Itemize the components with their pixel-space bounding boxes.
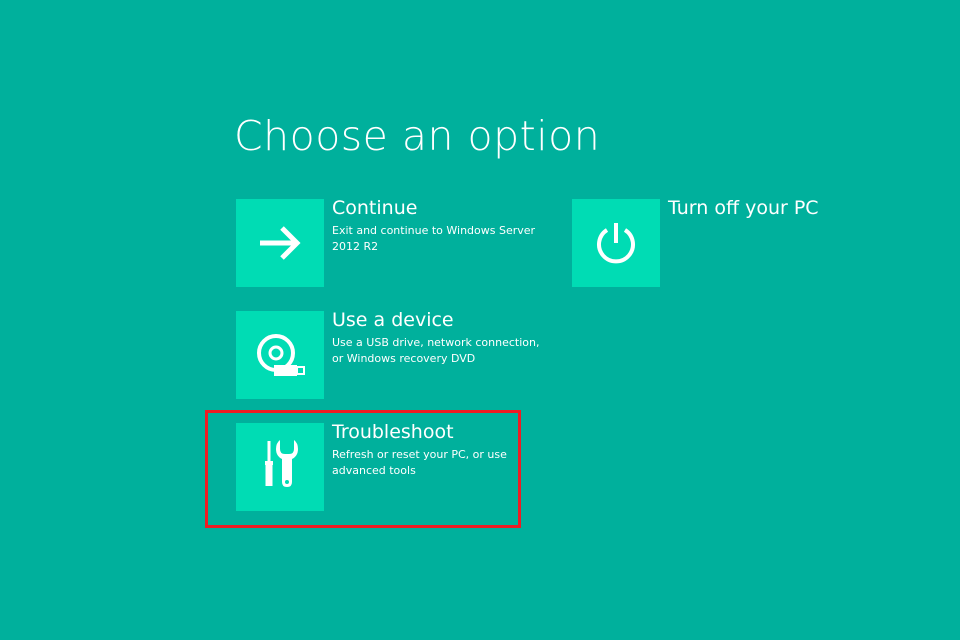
turn-off-title: Turn off your PC [668, 197, 819, 219]
troubleshoot-title: Troubleshoot [332, 421, 454, 443]
power-icon [597, 223, 635, 264]
use-device-title: Use a device [332, 309, 454, 331]
tools-icon [265, 440, 298, 487]
troubleshoot-tile[interactable] [236, 423, 324, 511]
page-title: Choose an option [234, 112, 601, 160]
continue-tile[interactable] [236, 199, 324, 287]
arrow-right-icon [260, 226, 301, 260]
continue-option[interactable]: Continue Exit and continue to Windows Se… [236, 197, 536, 287]
continue-description: Exit and continue to Windows Server 2012… [332, 224, 536, 253]
disc-usb-icon [257, 334, 305, 376]
turn-off-tile[interactable] [572, 199, 660, 287]
recovery-screen: Choose an option Continue Exit and conti… [0, 0, 960, 640]
use-device-option[interactable]: Use a device Use a USB drive, network co… [236, 309, 539, 399]
use-device-tile[interactable] [236, 311, 324, 399]
troubleshoot-option[interactable]: Troubleshoot Refresh or reset your PC, o… [236, 421, 516, 511]
turn-off-option[interactable]: Turn off your PC [572, 197, 832, 287]
use-device-description: Use a USB drive, network connection, or … [332, 336, 540, 365]
troubleshoot-description: Refresh or reset your PC, or use advance… [332, 448, 507, 477]
continue-title: Continue [332, 197, 418, 219]
